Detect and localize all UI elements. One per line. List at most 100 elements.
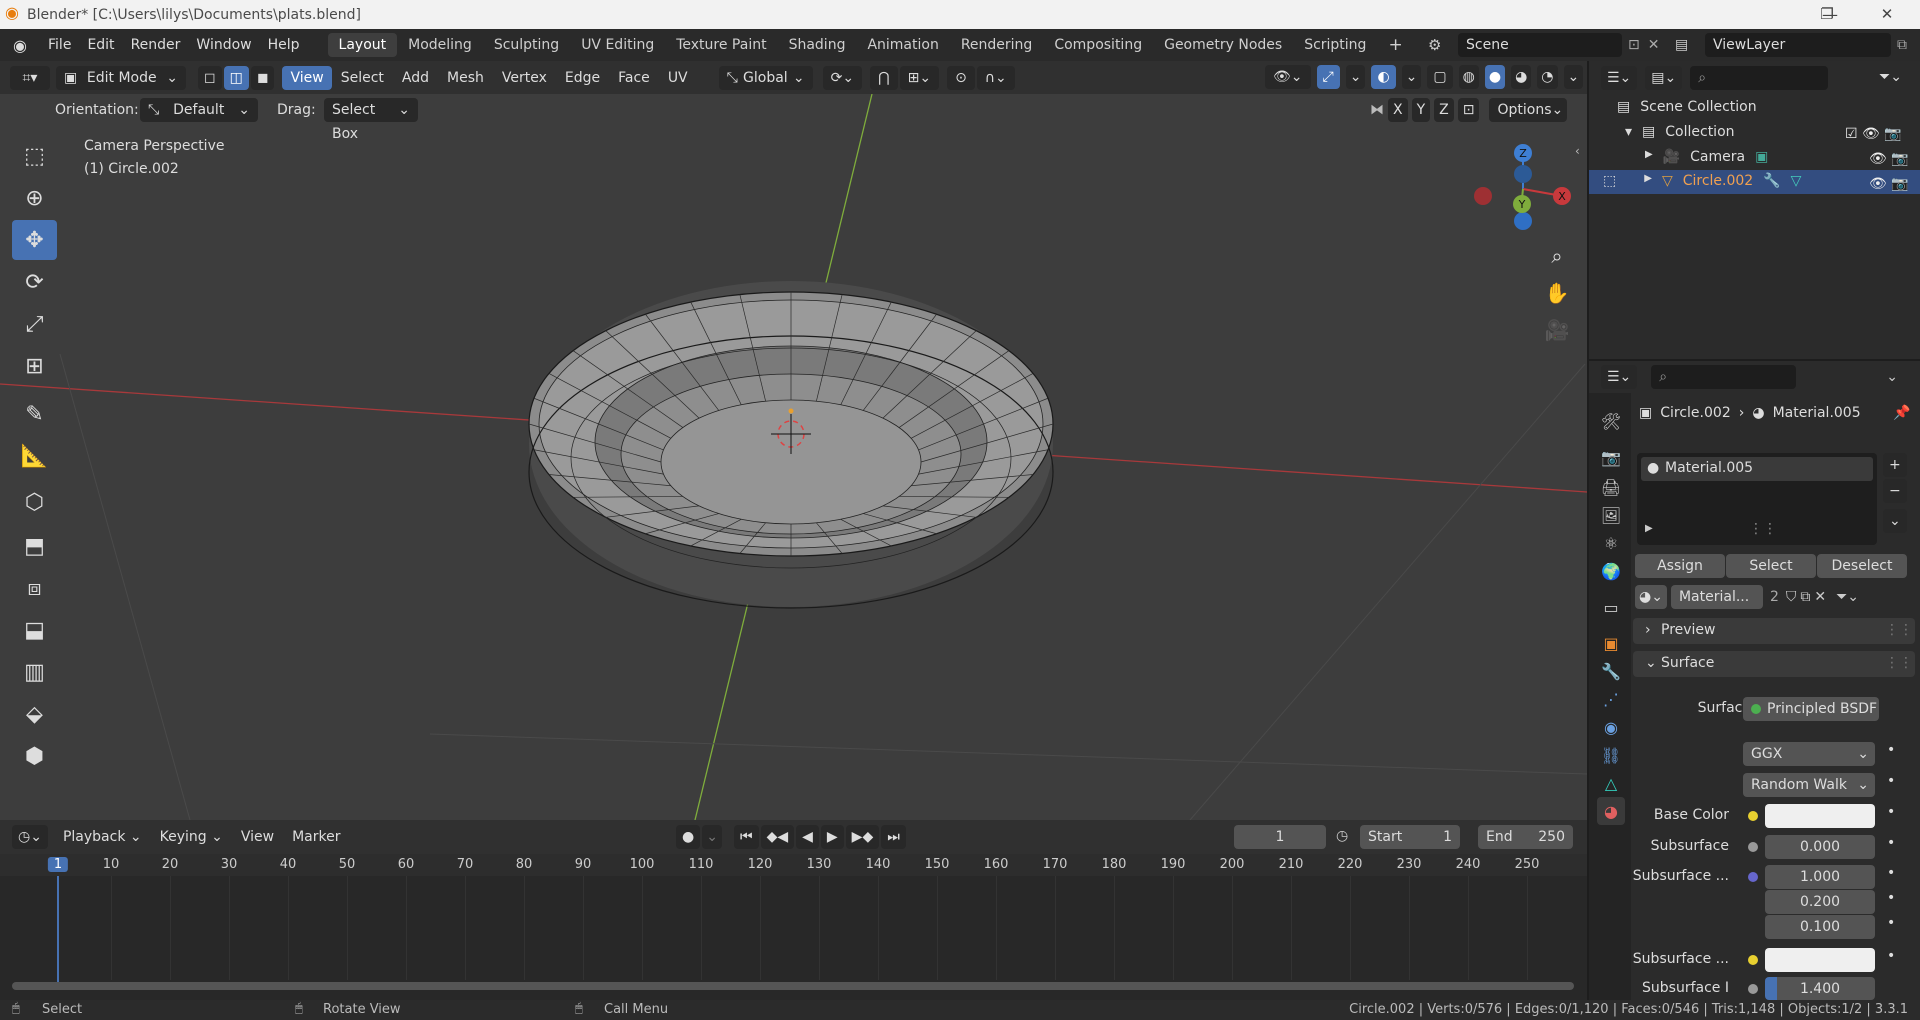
keyframe-dot-icon[interactable]: •: [1887, 835, 1895, 851]
extrude-icon[interactable]: ⬒: [12, 526, 57, 566]
circle-visibility-icon[interactable]: 👁 📷: [1869, 176, 1909, 192]
axis-z-toggle[interactable]: Z: [1434, 98, 1454, 122]
rendered-shading-icon[interactable]: ◔: [1537, 65, 1558, 89]
unlink-material-icon[interactable]: ✕: [1814, 589, 1826, 605]
overlays-dropdown-icon[interactable]: ⌄: [1401, 65, 1422, 89]
rotate-icon[interactable]: ⟳: [12, 262, 57, 302]
drag-selector[interactable]: Select Box ⌄: [324, 98, 418, 142]
add-workspace-icon[interactable]: +: [1377, 31, 1413, 59]
subsurface-method-dropdown[interactable]: Random Walk ⌄: [1743, 773, 1875, 797]
radius-y-field[interactable]: 0.200: [1765, 890, 1875, 914]
snap-target-icon[interactable]: ⊞⌄: [899, 65, 940, 90]
frame-ruler[interactable]: 1 10 20 30 40 50 60 70 80 90 100 110 120 130 140 150 160…: [0, 854, 1587, 876]
tab-texture-paint[interactable]: Texture Paint: [665, 33, 777, 57]
tab-rendering[interactable]: Rendering: [950, 33, 1044, 57]
tab-uv-editing[interactable]: UV Editing: [570, 33, 665, 57]
remove-slot-icon[interactable]: −: [1883, 479, 1907, 503]
solid-shading-icon[interactable]: ●: [1484, 65, 1506, 89]
gizmo-dropdown-icon[interactable]: ⌄: [1345, 65, 1366, 89]
preview-range-icon[interactable]: ◷: [1336, 828, 1348, 844]
snap-icon[interactable]: ⋂: [870, 65, 898, 90]
subsurface-ior-field[interactable]: 1.400: [1765, 977, 1875, 1000]
tab-geometry-nodes[interactable]: Geometry Nodes: [1153, 33, 1293, 57]
edge-select-icon[interactable]: ◫: [223, 65, 249, 90]
timeline-area[interactable]: 1 10 20 30 40 50 60 70 80 90 100 110 120 130 140 150 160…: [0, 854, 1587, 1000]
pan-hand-icon[interactable]: ✋: [1540, 276, 1574, 310]
deselect-button[interactable]: Deselect: [1817, 554, 1907, 578]
properties-options-icon[interactable]: ⌄: [1886, 369, 1898, 385]
zoom-icon[interactable]: ⌕: [1540, 239, 1574, 273]
poly-build-icon[interactable]: ⬢: [12, 736, 57, 776]
transform-icon[interactable]: ⊞: [12, 346, 57, 386]
menu-help[interactable]: Help: [260, 37, 308, 53]
vertex-select-icon[interactable]: ◻: [198, 65, 222, 90]
subsurface-value-field[interactable]: 0.000: [1765, 835, 1875, 859]
menu-uv[interactable]: UV: [659, 70, 697, 86]
view-layer-name-field[interactable]: ViewLayer: [1705, 33, 1891, 57]
data-tab-icon[interactable]: △: [1597, 769, 1625, 797]
menu-add[interactable]: Add: [393, 70, 438, 86]
prev-keyframe-icon[interactable]: ◆◀: [760, 825, 795, 849]
select-box-icon[interactable]: ⬚: [12, 136, 57, 176]
tool-tab-icon[interactable]: 🛠: [1597, 407, 1625, 435]
play-reverse-icon[interactable]: ◀: [796, 825, 819, 849]
output-tab-icon[interactable]: 🖨: [1597, 473, 1625, 501]
scene-collection-row[interactable]: ▤ Scene Collection: [1617, 99, 1757, 115]
3d-viewport[interactable]: Camera Perspective (1) Circle.002 Orient…: [0, 94, 1587, 820]
tab-shading[interactable]: Shading: [778, 33, 857, 57]
value-socket-icon[interactable]: [1748, 984, 1758, 994]
menu-vertex[interactable]: Vertex: [493, 70, 556, 86]
scene-tab-icon[interactable]: ⚛: [1597, 529, 1625, 557]
color-socket-icon[interactable]: [1748, 811, 1758, 821]
menu-view[interactable]: View: [282, 65, 332, 90]
inset-icon[interactable]: ⧈: [12, 568, 57, 608]
fake-user-shield-icon[interactable]: ⛉: [1786, 589, 1797, 605]
menu-marker[interactable]: Marker: [283, 829, 349, 845]
keyframe-dot-icon[interactable]: •: [1887, 948, 1895, 964]
navigation-gizmo[interactable]: Z X Y: [1465, 139, 1575, 239]
shading-dropdown-icon[interactable]: ⌄: [1563, 65, 1584, 89]
wireframe-shading-icon[interactable]: ◍: [1458, 65, 1479, 89]
physics-tab-icon[interactable]: ◉: [1597, 713, 1625, 741]
menu-render[interactable]: Render: [123, 37, 189, 53]
exclude-checkbox-icon[interactable]: ☑ 👁 📷: [1845, 126, 1909, 142]
display-mode-icon[interactable]: ▤⌄: [1645, 66, 1683, 90]
editor-type-button[interactable]: ⌗▾: [10, 65, 50, 90]
material-filter-icon[interactable]: ⏷⌄: [1836, 589, 1859, 605]
outliner-search-icon[interactable]: ⌕: [1690, 66, 1829, 90]
jump-start-icon[interactable]: ⏮: [733, 825, 759, 849]
object-tab-icon[interactable]: ▣: [1597, 629, 1625, 657]
tab-scripting[interactable]: Scripting: [1293, 33, 1377, 57]
material-shading-icon[interactable]: ◕: [1511, 65, 1532, 89]
duplicate-material-icon[interactable]: ⧉: [1800, 589, 1810, 605]
select-button[interactable]: Select: [1726, 554, 1816, 578]
next-keyframe-icon[interactable]: ▶◆: [845, 825, 880, 849]
xray-icon[interactable]: ▢: [1427, 65, 1453, 89]
gizmo-icon[interactable]: ⤢: [1316, 65, 1340, 89]
scene-selector[interactable]: ⚙ Scene ⊡ ✕: [1428, 33, 1668, 57]
end-frame-field[interactable]: End 250: [1478, 825, 1573, 849]
keyframe-dot-icon[interactable]: •: [1887, 773, 1895, 789]
drag-handle-icon[interactable]: ⋮⋮: [1885, 655, 1913, 671]
circle-row[interactable]: ⬚ ▶ ▽ Circle.002 🔧 ▽: [1603, 173, 1801, 189]
material-name-field[interactable]: Material...: [1670, 585, 1763, 609]
loop-cut-icon[interactable]: ▥: [12, 652, 57, 692]
keyframe-dot-icon[interactable]: •: [1887, 742, 1895, 758]
collapse-sidebar-icon[interactable]: ‹: [1575, 144, 1580, 158]
new-view-layer-icon[interactable]: ⧉: [1897, 37, 1907, 53]
tab-modeling[interactable]: Modeling: [397, 33, 483, 57]
properties-search-icon[interactable]: ⌕: [1651, 365, 1797, 389]
view-layer-selector[interactable]: ▤ ViewLayer ⧉: [1675, 33, 1915, 57]
orientation-selector[interactable]: ⤡ Default ⌄: [140, 98, 258, 122]
menu-select[interactable]: Select: [332, 70, 393, 86]
material-users-count[interactable]: 2: [1767, 589, 1782, 605]
keyframe-dot-icon[interactable]: •: [1887, 915, 1895, 931]
start-frame-field[interactable]: Start 1: [1360, 825, 1460, 849]
measure-icon[interactable]: 📐: [12, 436, 57, 476]
collection-tab-icon[interactable]: ▭: [1597, 593, 1625, 621]
camera-visibility-icon[interactable]: 👁 📷: [1869, 151, 1909, 167]
properties-editor-type-icon[interactable]: ☰⌄: [1601, 365, 1638, 389]
keyframe-dot-icon[interactable]: •: [1887, 804, 1895, 820]
menu-timeline-view[interactable]: View: [232, 829, 283, 845]
menu-file[interactable]: File: [40, 37, 79, 53]
